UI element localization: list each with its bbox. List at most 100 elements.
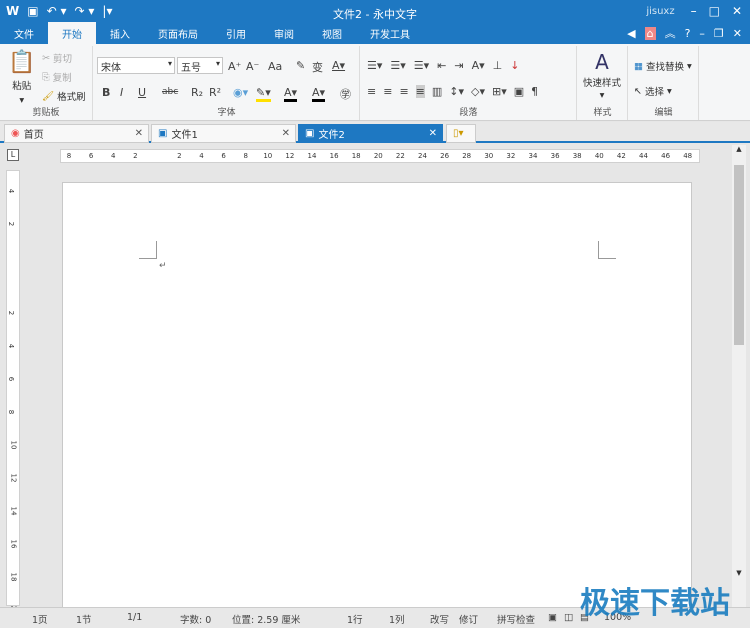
sort-icon[interactable]: ↓ (510, 59, 519, 72)
justify-icon[interactable]: ≡ (415, 85, 425, 98)
status-spell[interactable]: 拼写检查 (497, 612, 535, 626)
close-tab-icon[interactable]: ✕ (282, 128, 290, 139)
home-icon[interactable]: ⌂ (644, 26, 656, 40)
borders-icon[interactable]: ⊞▾ (492, 85, 507, 98)
close-tab-icon[interactable]: ✕ (135, 128, 143, 139)
enclose-char-icon[interactable]: ㊫ (340, 86, 351, 102)
close-button[interactable]: ✕ (732, 4, 742, 18)
ruler-tick-label: 24 (418, 152, 427, 160)
tab-page-layout[interactable]: 页面布局 (144, 22, 212, 44)
align-right-icon[interactable]: ≡ (399, 85, 408, 98)
font-name-select[interactable]: 宋体 (97, 57, 175, 74)
ruler-tick-label: 10 (263, 152, 273, 160)
scroll-up-icon[interactable]: ▲ (732, 145, 746, 153)
tab-file[interactable]: 文件 (0, 22, 48, 44)
horizontal-ruler[interactable]: 8 6 4 2 2 4 6 8 10 12 14 16 18 20 22 24 26 28 30 32 34 36 38 40… (60, 149, 700, 163)
close-tab-icon[interactable]: ✕ (429, 128, 437, 139)
clear-format-icon[interactable]: ✎ (296, 59, 305, 72)
doc-close-button[interactable]: ✕ (733, 27, 742, 40)
copy-button[interactable]: ⎘ 复制 (42, 70, 72, 85)
select-button[interactable]: ↖ 选择 ▾ (634, 84, 672, 99)
increase-indent-icon[interactable]: ⇥ (454, 59, 463, 72)
cut-button[interactable]: ✂ 剪切 (42, 51, 72, 66)
multilevel-icon[interactable]: ☰▾ (414, 59, 429, 72)
paragraph-settings-icon[interactable]: ▣ (514, 85, 524, 98)
watermark: 极速下载站 (580, 586, 730, 621)
tab-developer[interactable]: 开发工具 (356, 22, 424, 44)
char-scale-icon[interactable]: A▾ (472, 59, 485, 72)
bullets-icon[interactable]: ☰▾ (367, 59, 382, 72)
phonetic-icon[interactable]: 变 (312, 59, 323, 75)
tab-references[interactable]: 引用 (212, 22, 260, 44)
vertical-scrollbar[interactable]: ▲ ▼ (732, 145, 746, 607)
doc-tab-file1[interactable]: ▣ 文件1 ✕ (151, 124, 296, 143)
paste-button[interactable]: 📋 粘贴 ▾ (8, 50, 35, 106)
paragraph-mark-icon: ↵ (159, 261, 167, 271)
user-account[interactable]: jisuxz (646, 6, 674, 17)
web-view-icon[interactable]: ◫ (564, 612, 573, 623)
vertical-ruler[interactable]: 422468101214161820 (6, 170, 20, 614)
shading-icon[interactable]: ◇▾ (471, 85, 485, 98)
doc-restore-button[interactable]: ❐ (714, 27, 724, 40)
find-icon: ▦ (634, 60, 643, 72)
superscript-button[interactable]: R² (209, 86, 221, 99)
tab-review[interactable]: 审阅 (260, 22, 308, 44)
quick-styles-icon: A (595, 50, 609, 74)
grow-font-button[interactable]: A⁺ (228, 60, 241, 73)
ruler-tick-label: 16 (329, 152, 339, 160)
change-case-button[interactable]: Aa (268, 60, 282, 73)
minimize-button[interactable]: – (691, 4, 697, 18)
collapse-ribbon-icon[interactable]: ︽ (665, 25, 676, 41)
distribute-icon[interactable]: ▥ (432, 85, 442, 98)
line-spacing-icon[interactable]: ↕▾ (449, 85, 464, 98)
status-section: 1节 (76, 615, 92, 626)
quick-styles-button[interactable]: A 快速样式 ▾ (583, 50, 621, 101)
align-left-icon[interactable]: ≡ (367, 85, 376, 98)
paragraph-label: 段落 (459, 108, 478, 118)
tab-stop-selector[interactable]: L (7, 149, 19, 161)
font-size-select[interactable]: 五号 (177, 57, 223, 74)
doc-minimize-button[interactable]: – (699, 27, 705, 40)
ruler-tick-label: 40 (594, 152, 604, 160)
format-painter-button[interactable]: 🖌 格式刷 (42, 89, 86, 104)
status-pages: 1/1 (127, 612, 143, 623)
doc-tab-file2[interactable]: ▣ 文件2 ✕ (298, 124, 443, 143)
find-replace-button[interactable]: ▦ 查找替换 ▾ (634, 59, 692, 74)
status-position: 位置: 2.59 厘米 (232, 615, 301, 626)
shrink-font-button[interactable]: A⁻ (246, 60, 259, 73)
bold-button[interactable]: B (102, 86, 110, 99)
document-icon: ▣ (158, 128, 168, 139)
ruler-tick-label: 8 (66, 152, 72, 160)
text-effect-icon[interactable]: ◉▾ (233, 86, 248, 99)
strikethrough-button[interactable]: abc (162, 87, 178, 97)
show-marks-icon[interactable]: ¶ (531, 85, 538, 98)
scroll-down-icon[interactable]: ▼ (732, 569, 746, 577)
ruler-tick-label: 4 (7, 343, 16, 349)
scroll-thumb[interactable] (734, 165, 744, 345)
char-border-icon[interactable]: A▾ (332, 59, 345, 72)
char-shading-icon[interactable]: A▾ (312, 86, 326, 102)
status-track[interactable]: 修订 (459, 612, 478, 626)
tab-insert[interactable]: 插入 (96, 22, 144, 44)
page-view-icon[interactable]: ▣ (548, 612, 557, 623)
underline-button[interactable]: U (138, 86, 146, 99)
status-overtype[interactable]: 改写 (430, 612, 449, 626)
align-center-icon[interactable]: ≡ (383, 85, 392, 98)
back-icon[interactable]: ◀ (627, 27, 635, 40)
maximize-button[interactable]: □ (709, 4, 720, 18)
decrease-indent-icon[interactable]: ⇤ (437, 59, 446, 72)
italic-button[interactable]: I (120, 86, 123, 99)
highlight-icon[interactable]: ✎▾ (256, 86, 271, 102)
numbering-icon[interactable]: ☰▾ (390, 59, 405, 72)
tab-home[interactable]: 开始 (48, 22, 96, 44)
asian-layout-icon[interactable]: ⊥ (493, 59, 503, 72)
subscript-button[interactable]: R₂ (191, 86, 203, 99)
status-words[interactable]: 字数: 0 (180, 612, 211, 626)
tab-view[interactable]: 视图 (308, 22, 356, 44)
ruler-tick-label: 14 (307, 152, 317, 160)
help-icon[interactable]: ? (685, 27, 691, 40)
document-page[interactable]: ↵ (62, 182, 692, 612)
doc-tab-home[interactable]: ◉ 首页 ✕ (4, 124, 149, 143)
new-doc-button[interactable]: ▯▾ (446, 124, 476, 143)
font-color-icon[interactable]: A▾ (284, 86, 298, 102)
